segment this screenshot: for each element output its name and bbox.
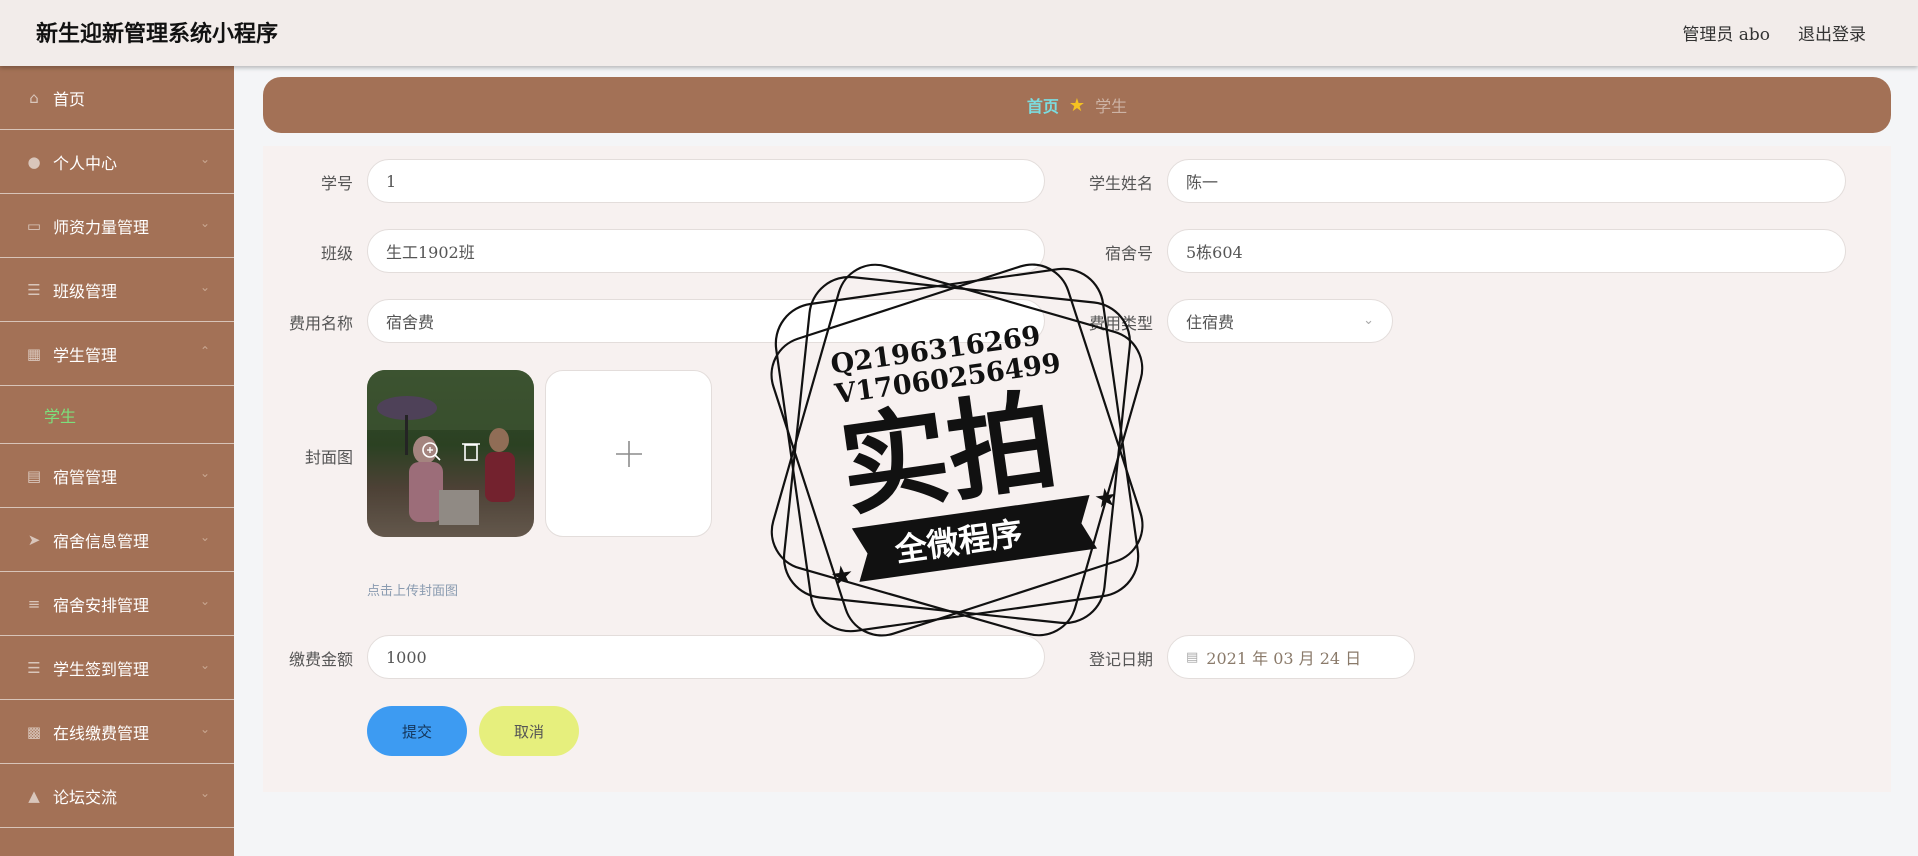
- app-title: 新生迎新管理系统小程序: [36, 22, 279, 47]
- sidebar-item-label: 个人中心: [53, 153, 118, 173]
- clipboard-icon: ▤: [26, 466, 42, 485]
- list-icon: ☰: [27, 280, 41, 299]
- cover-thumbnail[interactable]: [367, 370, 534, 537]
- dorm-label: 宿舍号: [1104, 244, 1153, 263]
- sidebar-subitem-student[interactable]: 学生: [0, 386, 234, 444]
- briefcase-icon: ▦: [26, 344, 42, 363]
- dorm-input[interactable]: 5栋604: [1167, 229, 1846, 273]
- sidebar-item-label: 班级管理: [53, 281, 118, 301]
- breadcrumb-home[interactable]: 首页: [1027, 93, 1059, 117]
- chevron-down-icon: ⌄: [199, 594, 210, 608]
- sidebar-item-students[interactable]: ▦ 学生管理 ⌃: [0, 322, 234, 386]
- cancel-button[interactable]: 取消: [479, 706, 579, 756]
- submit-button[interactable]: 提交: [367, 706, 467, 756]
- amount-input[interactable]: 1000: [367, 635, 1045, 679]
- fee-name-input[interactable]: 宿舍费: [367, 299, 1045, 343]
- chevron-down-icon: ⌄: [199, 280, 210, 294]
- date-value: 2021 年 03 月 24 日: [1206, 649, 1362, 668]
- monitor-icon: ▭: [26, 216, 42, 235]
- sidebar-item-label: 学生签到管理: [53, 659, 150, 679]
- home-icon: ⌂: [29, 88, 39, 107]
- fee-name-label: 费用名称: [288, 314, 353, 333]
- sidebar-item-teachers[interactable]: ▭ 师资力量管理 ⌄: [0, 194, 234, 258]
- plus-icon: [615, 440, 642, 467]
- list-icon: ☰: [27, 658, 41, 677]
- sidebar-item-signin[interactable]: ☰ 学生签到管理 ⌄: [0, 636, 234, 700]
- top-header: 新生迎新管理系统小程序 管理员 abo 退出登录: [0, 0, 1918, 66]
- sidebar-item-label: 在线缴费管理: [53, 723, 150, 743]
- logout-link[interactable]: 退出登录: [1798, 20, 1866, 45]
- calendar-icon: ▤: [1186, 649, 1199, 665]
- calendar-icon: ▩: [26, 722, 42, 741]
- chevron-down-icon: ⌄: [199, 786, 210, 800]
- sidebar-item-label: 论坛交流: [53, 787, 118, 807]
- chevron-down-icon: ⌄: [199, 216, 210, 230]
- sidebar-item-label: 宿管管理: [53, 467, 118, 487]
- sidebar: ⌂ 首页 ● 个人中心 ⌄ ▭ 师资力量管理 ⌄ ☰ 班级管理 ⌄ ▦ 学生管理…: [0, 66, 234, 856]
- chevron-down-icon: ⌄: [199, 152, 210, 166]
- cover-photo: [367, 370, 534, 537]
- user-icon: ●: [27, 152, 41, 171]
- sidebar-item-dorm-arrange[interactable]: ≡ 宿舍安排管理 ⌄: [0, 572, 234, 636]
- sidebar-item-payment[interactable]: ▩ 在线缴费管理 ⌄: [0, 700, 234, 764]
- chevron-up-icon: ⌃: [199, 344, 210, 358]
- sidebar-item-label: 学生管理: [53, 345, 118, 365]
- breadcrumb: 首页 ★ 学生: [263, 77, 1891, 133]
- fee-type-value: 住宿费: [1186, 313, 1235, 332]
- class-input[interactable]: 生工1902班: [367, 229, 1045, 273]
- sidebar-item-home[interactable]: ⌂ 首页: [0, 66, 234, 130]
- upload-button[interactable]: [545, 370, 712, 537]
- sliders-icon: ≡: [27, 594, 41, 613]
- chevron-down-icon: ⌄: [199, 466, 210, 480]
- date-label: 登记日期: [1088, 650, 1153, 669]
- upload-hint: 点击上传封面图: [367, 584, 459, 599]
- send-icon: ➤: [27, 530, 41, 549]
- admin-label: 管理员 abo: [1682, 25, 1770, 45]
- name-input[interactable]: 陈一: [1167, 159, 1846, 203]
- sidebar-item-dorm-info[interactable]: ➤ 宿舍信息管理 ⌄: [0, 508, 234, 572]
- sidebar-item-label: 首页: [53, 89, 86, 109]
- breadcrumb-current: 学生: [1095, 97, 1128, 116]
- star-icon: ★: [1068, 94, 1086, 116]
- chevron-down-icon: ⌄: [199, 530, 210, 544]
- sidebar-item-label: 宿舍安排管理: [53, 595, 150, 615]
- name-label: 学生姓名: [1088, 174, 1153, 193]
- fee-type-select[interactable]: 住宿费 ⌄: [1167, 299, 1393, 343]
- amount-label: 缴费金额: [288, 650, 353, 669]
- chevron-down-icon: ⌄: [199, 658, 210, 672]
- pin-icon: ▲: [28, 786, 40, 805]
- sidebar-item-personal[interactable]: ● 个人中心 ⌄: [0, 130, 234, 194]
- cover-label: 封面图: [304, 448, 353, 467]
- chevron-down-icon: ⌄: [199, 722, 210, 736]
- sidebar-item-classes[interactable]: ☰ 班级管理 ⌄: [0, 258, 234, 322]
- student-id-label: 学号: [320, 174, 353, 193]
- sidebar-item-label: 宿舍信息管理: [53, 531, 150, 551]
- class-label: 班级: [320, 244, 353, 263]
- date-picker[interactable]: ▤ 2021 年 03 月 24 日: [1167, 635, 1415, 679]
- sidebar-item-forum[interactable]: ▲ 论坛交流 ⌄: [0, 764, 234, 828]
- student-id-input[interactable]: 1: [367, 159, 1045, 203]
- student-form: 学号 1 学生姓名 陈一 班级 生工1902班 宿舍号 5栋604 费用名称 宿…: [263, 146, 1891, 792]
- sidebar-item-label: 师资力量管理: [53, 217, 150, 237]
- sidebar-item-dorm-managers[interactable]: ▤ 宿管管理 ⌄: [0, 444, 234, 508]
- chevron-down-icon: ⌄: [1363, 313, 1374, 328]
- fee-type-label: 费用类型: [1088, 314, 1153, 333]
